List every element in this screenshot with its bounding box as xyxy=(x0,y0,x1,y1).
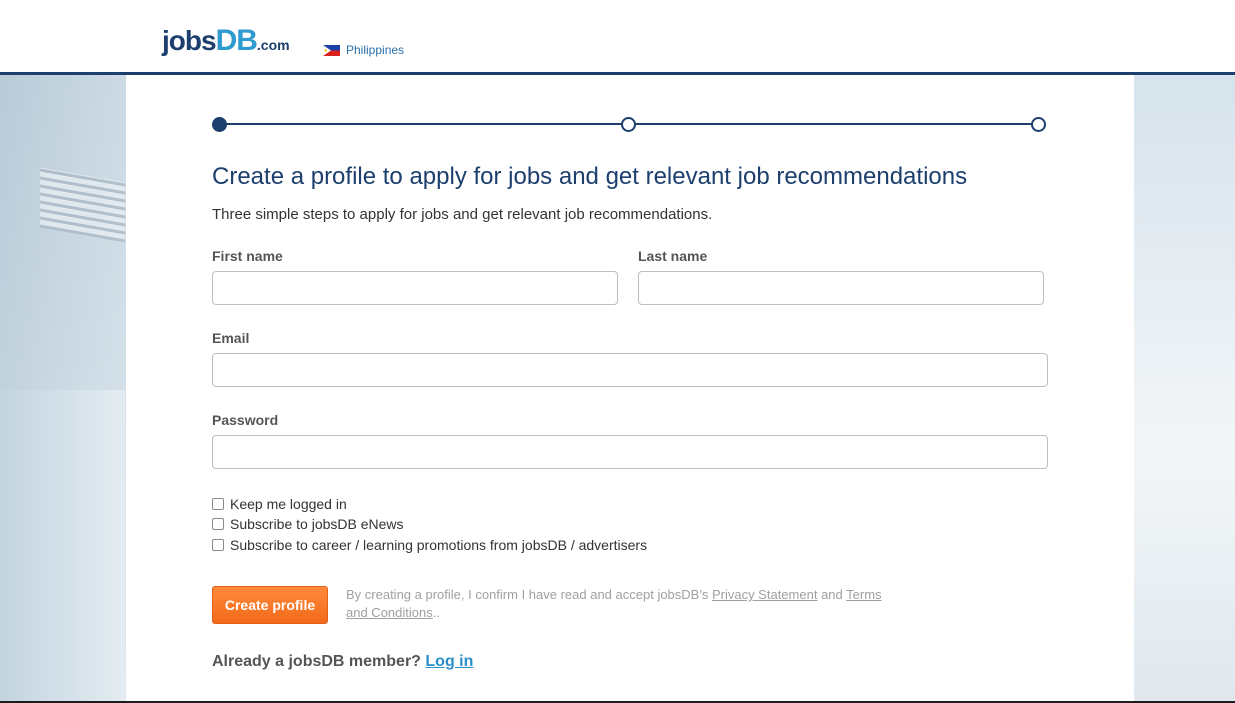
email-label: Email xyxy=(212,330,250,346)
step-2-indicator xyxy=(621,117,636,132)
checkbox-box[interactable] xyxy=(212,539,224,551)
step-1-indicator xyxy=(212,117,227,132)
country-selector[interactable]: Philippines xyxy=(323,43,404,57)
checkbox-label: Subscribe to career / learning promotion… xyxy=(230,537,648,553)
member-text: Already a jobsDB member? xyxy=(212,653,426,670)
step-progress xyxy=(212,117,1048,132)
create-profile-button[interactable]: Create profile xyxy=(212,586,328,624)
jobsdb-logo[interactable]: jobsDB.com xyxy=(162,24,290,60)
logo-db: DB xyxy=(215,24,258,57)
terms-suffix: .. xyxy=(432,605,440,620)
password-field[interactable] xyxy=(212,435,1048,469)
signup-card: Create a profile to apply for jobs and g… xyxy=(126,75,1134,703)
checkbox-box[interactable] xyxy=(212,498,224,510)
background-right xyxy=(1134,75,1235,703)
password-label: Password xyxy=(212,412,279,428)
page-subtitle: Three simple steps to apply for jobs and… xyxy=(212,206,713,223)
email-field[interactable] xyxy=(212,353,1048,387)
last-name-field[interactable] xyxy=(638,271,1044,305)
checkbox-label: Subscribe to jobsDB eNews xyxy=(230,516,404,532)
window-graphic xyxy=(0,390,125,703)
terms-and-text: and xyxy=(817,587,847,602)
terms-notice: By creating a profile, I confirm I have … xyxy=(346,586,906,622)
last-name-label: Last name xyxy=(638,248,708,264)
subscribe-enews-checkbox[interactable]: Subscribe to jobsDB eNews xyxy=(212,516,404,532)
philippines-flag-icon xyxy=(323,44,340,56)
login-link[interactable]: Log in xyxy=(425,653,473,670)
checkbox-label: Keep me logged in xyxy=(230,496,347,512)
first-name-label: First name xyxy=(212,248,283,264)
terms-text: By creating a profile, I confirm I have … xyxy=(346,587,712,602)
country-label: Philippines xyxy=(346,43,405,57)
first-name-field[interactable] xyxy=(212,271,618,305)
step-3-indicator xyxy=(1031,117,1046,132)
keep-logged-in-checkbox[interactable]: Keep me logged in xyxy=(212,496,347,512)
page-title: Create a profile to apply for jobs and g… xyxy=(212,163,968,190)
site-header: jobsDB.com Philippines xyxy=(0,0,1235,72)
logo-jobs: jobs xyxy=(162,25,217,56)
checkbox-box[interactable] xyxy=(212,518,224,530)
existing-member-prompt: Already a jobsDB member? Log in xyxy=(212,653,473,671)
logo-com: .com xyxy=(256,37,290,53)
privacy-statement-link[interactable]: Privacy Statement xyxy=(712,587,818,602)
subscribe-promotions-checkbox[interactable]: Subscribe to career / learning promotion… xyxy=(212,537,647,553)
